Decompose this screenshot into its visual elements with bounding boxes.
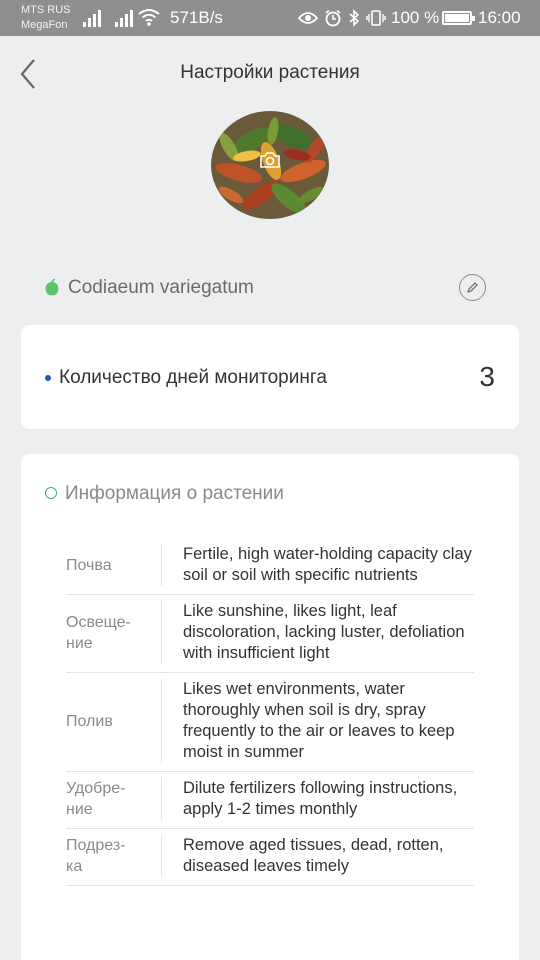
monitoring-days-card[interactable]: Количество дней мониторинга 3 xyxy=(21,325,519,429)
care-label-pruning: Подрез- ка xyxy=(66,837,126,875)
section-ring-icon xyxy=(45,487,57,499)
care-row-label: Подрез- ка xyxy=(66,835,162,877)
clock: 16:00 xyxy=(478,8,521,27)
network-speed: 571B/s xyxy=(170,8,223,27)
pencil-icon xyxy=(466,282,478,294)
plant-info-card: Информация о растении Почва Fertile, hig… xyxy=(21,454,519,960)
battery-icon xyxy=(442,11,475,25)
signal-icon xyxy=(83,10,101,27)
care-row-watering: Полив Likes wet environments, water thor… xyxy=(66,673,474,772)
care-row-label: Освеще- ние xyxy=(66,601,162,664)
care-row-pruning: Подрез- ка Remove aged tissues, dead, ro… xyxy=(66,829,474,886)
plant-name-row: Codiaeum variegatum xyxy=(44,275,254,301)
care-row-label: Полив xyxy=(66,679,162,763)
plant-name: Codiaeum variegatum xyxy=(68,277,254,298)
care-label-fertilizer: Удобре- ние xyxy=(66,780,126,818)
edit-name-button[interactable] xyxy=(459,274,486,301)
care-label-watering: Полив xyxy=(66,712,113,730)
care-row-value: Likes wet environments, water thoroughly… xyxy=(183,680,455,761)
care-row-value: Dilute fertilizers following instruction… xyxy=(183,779,458,818)
page-title: Настройки растения xyxy=(180,62,360,83)
bullet-dot xyxy=(45,375,51,381)
care-row-soil: Почва Fertile, high water-holding capaci… xyxy=(66,538,474,595)
care-table: Почва Fertile, high water-holding capaci… xyxy=(66,538,474,886)
plant-info-title: Информация о растении xyxy=(65,483,284,504)
care-row-label: Удобре- ние xyxy=(66,778,162,820)
wifi-icon xyxy=(138,9,160,26)
carrier-2: MegaFon xyxy=(21,19,68,31)
status-bar: MTS RUS MegaFon 571B/s 100 % 16:00 xyxy=(0,0,540,36)
leaf-icon xyxy=(45,279,59,296)
carrier-names: MTS RUS MegaFon xyxy=(21,3,71,33)
care-row-value: Fertile, high water-holding capacity cla… xyxy=(183,545,472,584)
care-row-value: Like sunshine, likes light, leaf discolo… xyxy=(183,602,465,662)
alarm-icon xyxy=(325,9,341,27)
bluetooth-icon xyxy=(349,9,360,27)
battery-fill xyxy=(445,14,469,22)
status-icons xyxy=(298,8,386,28)
monitoring-days-label: Количество дней мониторинга xyxy=(59,367,327,388)
care-row-fertilizer: Удобре- ние Dilute fertilizers following… xyxy=(66,772,474,829)
monitoring-days-value: 3 xyxy=(479,361,495,392)
signal-icon xyxy=(115,10,133,27)
battery-percent: 100 % xyxy=(391,8,440,27)
camera-icon[interactable] xyxy=(259,151,281,169)
care-row-value: Remove aged tissues, dead, rotten, disea… xyxy=(183,836,444,875)
care-row-label: Почва xyxy=(66,544,162,586)
care-label-light: Освеще- ние xyxy=(66,613,131,652)
carrier-1: MTS RUS xyxy=(21,4,71,16)
vibrate-icon xyxy=(366,10,386,26)
care-row-light: Освеще- ние Like sunshine, likes light, … xyxy=(66,595,474,673)
eye-icon xyxy=(298,12,318,24)
care-label-soil: Почва xyxy=(66,556,112,574)
